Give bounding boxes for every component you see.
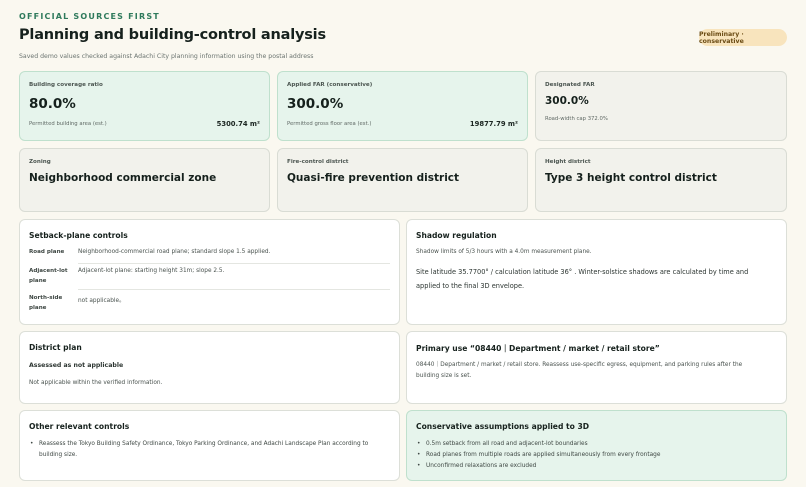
metric-value: 300.0% — [545, 95, 589, 107]
zone-card-fire-control: Fire-control district Quasi-fire prevent… — [277, 148, 528, 212]
metric-card-designated-far: Designated FAR 300.0% Road-width cap 372… — [535, 71, 787, 141]
zone-value: Quasi-fire prevention district — [287, 172, 460, 184]
metric-label: Building coverage ratio — [29, 82, 103, 88]
primary-use-text: 08440｜Department / market / retail store… — [416, 362, 743, 368]
zone-card-height-district: Height district Type 3 height control di… — [535, 148, 787, 212]
zone-label: Height district — [545, 159, 591, 165]
setback-row-label: North-side plane — [29, 295, 63, 311]
section-title: Primary use “08440｜Department / market /… — [416, 344, 660, 353]
district-text: Not applicable within the verified infor… — [29, 380, 163, 386]
setback-row-value: not applicable。 — [78, 298, 125, 304]
section-title: District plan — [29, 343, 82, 352]
metric-label: Designated FAR — [545, 82, 595, 88]
metric-card-applied-far: Applied FAR (conservative) 300.0% Permit… — [277, 71, 528, 141]
setback-row-value: Neighborhood-commercial road plane; stan… — [78, 249, 271, 255]
primary-use-text: building size is set. — [416, 373, 472, 379]
assumptions-card: Conservative assumptions applied to 3D 0… — [406, 410, 787, 481]
other-controls-list: Reassess the Tokyo Building Safety Ordin… — [29, 439, 391, 461]
zone-value: Type 3 height control district — [545, 172, 717, 184]
metric-foot-label: Permitted gross floor area (est.) — [287, 121, 372, 127]
list-item: Road planes from multiple roads are appl… — [416, 450, 778, 461]
primary-use-card: Primary use “08440｜Department / market /… — [406, 331, 787, 404]
setback-card: Setback-plane controls Road plane Neighb… — [19, 219, 400, 325]
list-item: 0.5m setback from all road and adjacent-… — [416, 439, 778, 450]
metric-foot-value: 5300.74 m² — [216, 120, 260, 128]
zone-card-zoning: Zoning Neighborhood commercial zone — [19, 148, 270, 212]
page-subtitle: Saved demo values checked against Adachi… — [19, 53, 314, 60]
district-status: Assessed as not applicable — [29, 362, 124, 369]
metric-value: 300.0% — [287, 96, 344, 112]
list-item: Unconfirmed relaxations are excluded — [416, 461, 778, 472]
section-title: Other relevant controls — [29, 422, 130, 431]
setback-row-label: Road plane — [29, 249, 65, 255]
shadow-card: Shadow regulation Shadow limits of 5/3 h… — [406, 219, 787, 325]
zone-label: Fire-control district — [287, 159, 349, 165]
section-title: Shadow regulation — [416, 231, 497, 240]
metric-value: 80.0% — [29, 96, 76, 112]
list-item-line: building size. — [39, 452, 78, 458]
section-title: Conservative assumptions applied to 3D — [416, 422, 590, 431]
zone-label: Zoning — [29, 159, 51, 165]
list-item: Reassess the Tokyo Building Safety Ordin… — [29, 439, 391, 461]
metric-card-coverage: Building coverage ratio 80.0% Permitted … — [19, 71, 270, 141]
metric-foot-label: Road-width cap 372.0% — [545, 116, 608, 122]
list-item-line: Reassess the Tokyo Building Safety Ordin… — [39, 441, 369, 447]
other-controls-card: Other relevant controls Reassess the Tok… — [19, 410, 400, 481]
zone-value: Neighborhood commercial zone — [29, 172, 217, 184]
district-plan-card: District plan Assessed as not applicable… — [19, 331, 400, 404]
page-title: Planning and building-control analysis — [19, 27, 326, 43]
setback-row-label: Adjacent-lot plane — [29, 268, 68, 284]
row-divider — [78, 289, 390, 290]
shadow-text: Shadow limits of 5/3 hours with a 4.0m m… — [416, 249, 592, 255]
assumptions-list: 0.5m setback from all road and adjacent-… — [416, 439, 778, 472]
metric-foot-value: 19877.79 m² — [469, 120, 518, 128]
metric-label: Applied FAR (conservative) — [287, 82, 373, 88]
section-title: Setback-plane controls — [29, 231, 128, 240]
metric-foot-label: Permitted building area (est.) — [29, 121, 107, 127]
status-badge: Preliminary · conservative — [699, 29, 787, 46]
shadow-detail-line: Site latitude 35.7700° / calculation lat… — [416, 268, 749, 276]
shadow-detail-line: applied to the final 3D envelope. — [416, 282, 525, 290]
setback-row-value: Adjacent-lot plane: starting height 31m;… — [78, 268, 225, 274]
row-divider — [78, 263, 390, 264]
eyebrow-label: OFFICIAL SOURCES FIRST — [19, 12, 160, 21]
